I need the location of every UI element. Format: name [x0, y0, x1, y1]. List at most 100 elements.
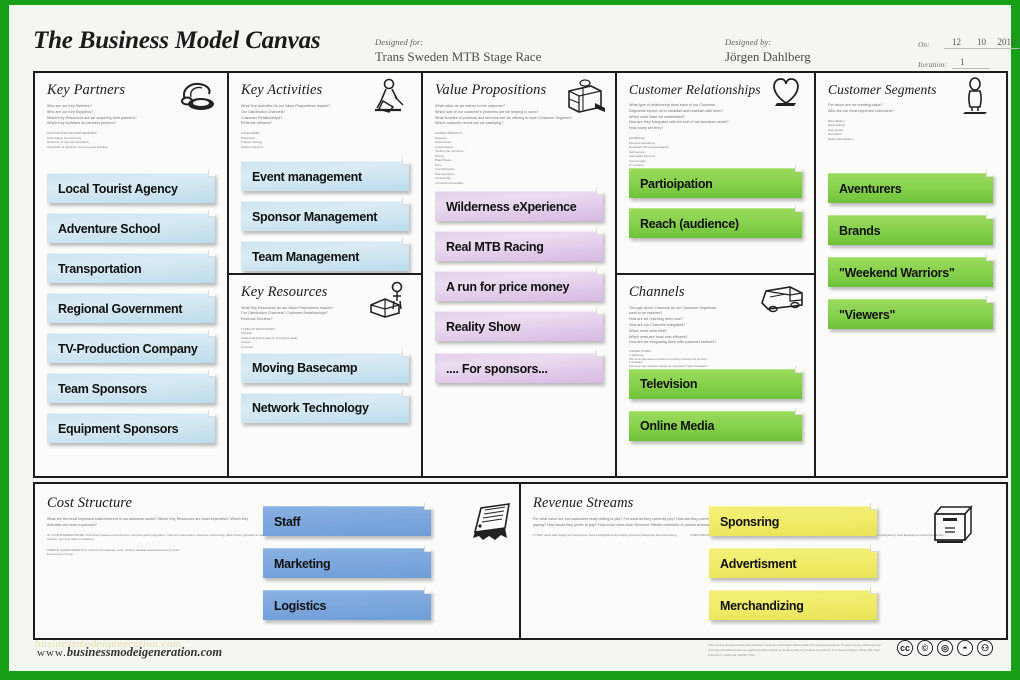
sticky-note[interactable]: Network Technology — [241, 389, 409, 423]
note-corner — [402, 198, 409, 205]
note-corner — [402, 349, 409, 357]
note-corner — [986, 170, 993, 177]
heart-icon — [773, 78, 799, 106]
machine-icon — [370, 281, 403, 318]
sticky-note[interactable]: A run for price money — [435, 268, 603, 301]
note-corner — [870, 545, 877, 552]
sticky-note[interactable]: Wilderness eXperience — [435, 188, 603, 221]
sticky-note[interactable]: Team Management — [241, 238, 409, 271]
note-label: Adventure School — [58, 221, 161, 236]
note-corner — [795, 205, 802, 212]
note-corner — [596, 268, 603, 275]
sticky-note[interactable]: Brands — [828, 212, 993, 245]
note-corner — [596, 308, 603, 315]
note-corner — [986, 254, 993, 261]
revenue-streams-notes: Sponsring Advertisment Merchandizing — [709, 503, 877, 632]
note-corner — [208, 330, 215, 337]
key-activities-notes: Event management Sponsor Management Team… — [241, 158, 409, 273]
sticky-note[interactable]: Moving Basecamp — [241, 349, 409, 383]
note-label: Network Technology — [252, 401, 369, 415]
channels-notes: Television Online Media — [629, 365, 802, 451]
url-domain: businessmodeigeneration.com — [66, 645, 223, 659]
iteration-label: Iteration: — [918, 60, 947, 69]
cc-attribution-icon: ◎ — [937, 640, 953, 656]
note-corner — [795, 365, 802, 373]
revenue-streams-hints: For what value are our customers really … — [533, 517, 714, 527]
note-label: .... For sponsors... — [446, 361, 548, 376]
page-title: The Business Model Canvas — [33, 27, 321, 54]
cost-structure-hint-list-b: SAMPLE CHARACTERISTICS: Fixed Costs (sal… — [47, 547, 180, 557]
block-cost-structure: Cost Structure What are the most importa… — [35, 484, 521, 638]
note-corner — [208, 170, 215, 177]
note-corner — [402, 158, 409, 165]
sticky-note[interactable]: Equipment Sponsors — [47, 410, 215, 443]
sticky-note[interactable]: Partioipation — [629, 165, 802, 198]
sticky-note[interactable]: .... For sponsors... — [435, 350, 603, 383]
sticky-note[interactable]: Event management — [241, 158, 409, 191]
note-label: Reality Show — [446, 319, 521, 334]
sticky-note[interactable]: TV-Production Company — [47, 330, 215, 363]
note-corner — [424, 545, 431, 552]
canvas-footer: businessmodeigeneration.com www.business… — [25, 633, 1001, 669]
cost-structure-hints: What are the most important costs inhere… — [47, 517, 249, 527]
block-revenue-streams: Revenue Streams For what value are our c… — [521, 484, 1005, 638]
note-corner — [870, 503, 877, 510]
sticky-note[interactable]: Sponsor Management — [241, 198, 409, 231]
sticky-note[interactable]: Online Media — [629, 407, 802, 441]
note-corner — [402, 238, 409, 245]
sticky-note[interactable]: Transportation — [47, 250, 215, 283]
sticky-note[interactable]: Marketing — [263, 545, 431, 578]
note-label: "Viewers" — [839, 307, 896, 322]
block-key-partners: Key Partners Who are our Key Partners? W… — [35, 73, 229, 476]
sticky-note[interactable]: Aventurers — [828, 170, 993, 203]
note-corner — [870, 587, 877, 594]
sticky-note[interactable]: Regional Government — [47, 290, 215, 323]
cc-icon: cc — [897, 640, 913, 656]
note-label: Aventurers — [839, 181, 902, 196]
sticky-note[interactable]: "Viewers" — [828, 296, 993, 329]
note-label: Staff — [274, 514, 301, 529]
sticky-note[interactable]: Television — [629, 365, 802, 399]
license-text: This work is licensed under the Creative… — [708, 643, 882, 657]
block-relationships-channels: Customer Relationships What type of rela… — [617, 73, 816, 476]
sticky-note[interactable]: Team Sponsors — [47, 370, 215, 403]
value-propositions-hint-list: CHARACTERISTICS Newness Performance Cust… — [435, 131, 465, 185]
designed-by-label: Designed by: — [725, 37, 772, 47]
key-activities-hint-list: CATEGORIES Production Problem Solving Pl… — [241, 131, 264, 149]
footer-url[interactable]: www.businessmodeigeneration.com — [37, 645, 222, 660]
customer-relationships-hints: What type of relationship does each of o… — [629, 103, 729, 131]
note-corner — [424, 503, 431, 510]
designed-by-block: Designed by: Jörgen Dahlberg — [725, 37, 811, 65]
note-label: Sponsor Management — [252, 209, 378, 224]
sticky-note[interactable]: "Weekend Warriors" — [828, 254, 993, 287]
sticky-note[interactable]: Reality Show — [435, 308, 603, 341]
sticky-note[interactable]: Advertisment — [709, 545, 877, 578]
note-label: Wilderness eXperience — [446, 199, 577, 214]
date-block: On: 12 10 2010 Iteration: 1 — [918, 37, 1019, 69]
customer-relationships-notes: Partioipation Reach (audience) — [629, 165, 802, 248]
customer-segments-hint-list: Mass Market Niche Market Segmented Diver… — [828, 118, 854, 141]
note-label: Regional Government — [58, 301, 183, 316]
note-label: Equipment Sponsors — [58, 421, 179, 436]
sticky-note[interactable]: Reach (audience) — [629, 205, 802, 238]
sticky-note[interactable]: Real MTB Racing — [435, 228, 603, 261]
iteration-value: 1 — [952, 57, 990, 69]
sticky-note[interactable]: Adventure School — [47, 210, 215, 243]
note-label: Team Sponsors — [58, 381, 147, 396]
note-corner — [795, 165, 802, 172]
sticky-note[interactable]: Merchandizing — [709, 587, 877, 620]
sticky-note[interactable]: Staff — [263, 503, 431, 536]
person-icon — [963, 77, 987, 114]
sticky-note[interactable]: Logistics — [263, 587, 431, 620]
date-label: On: — [918, 40, 930, 49]
note-label: A run for price money — [446, 279, 570, 294]
note-corner — [208, 410, 215, 417]
customer-relationships-hint-list: EXAMPLES Personal assistance Dedicated P… — [629, 136, 669, 168]
note-label: Moving Basecamp — [252, 361, 358, 375]
note-label: Transportation — [58, 261, 142, 276]
note-corner — [208, 250, 215, 257]
cc-person-icon: ⚇ — [977, 640, 993, 656]
sticky-note[interactable]: Local Tourist Agency — [47, 170, 215, 203]
note-label: Logistics — [274, 598, 327, 613]
sticky-note[interactable]: Sponsring — [709, 503, 877, 536]
